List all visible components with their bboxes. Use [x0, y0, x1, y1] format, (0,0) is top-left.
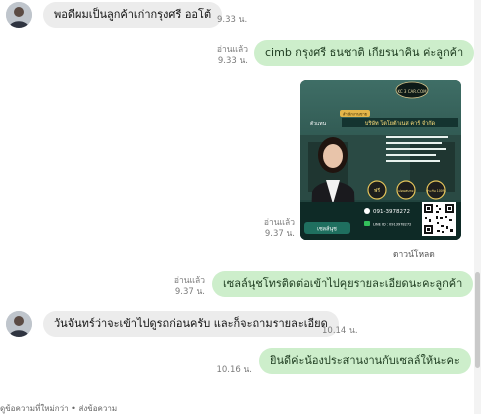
message-bubble[interactable]: cimb กรุงศรี ธนชาติ เกียรนาคิน ค่ะลูกค้า: [254, 40, 475, 66]
sales-promo-image: KC 3 CAR.COM สำนักงานขาย บริษัท โตโยต้าเ…: [300, 80, 461, 240]
message-time: 9.33 น.: [217, 15, 248, 25]
message-time: 10.16 น.: [216, 365, 252, 375]
message-bubble[interactable]: ยินดีค่ะน้องประสานงานกับเซลล์ให้นะคะ: [259, 348, 471, 374]
composer-hint[interactable]: ดูข้อความที่ใหม่กว่า • ส่งข้อความ: [0, 402, 117, 414]
customer-avatar[interactable]: [6, 2, 32, 28]
download-link[interactable]: ดาวน์โหลด: [393, 247, 435, 261]
message-bubble[interactable]: วันจันทร์ว่าจะเข้าไปดูรถก่อนครับ และก็จะ…: [43, 311, 339, 337]
line-id: LINE ID : 0913978272: [373, 223, 411, 227]
image-attachment[interactable]: KC 3 CAR.COM สำนักงานขาย บริษัท โตโยต้าเ…: [300, 80, 461, 240]
person-avatar-icon: [6, 2, 32, 28]
badge-free: ฟรี: [374, 187, 381, 194]
message-time: 9.37 น.: [264, 229, 295, 239]
read-receipt: อ่านแล้ว: [216, 45, 248, 55]
badge-installment: ผ่อนสบาย: [399, 189, 414, 193]
phone-number: 091-3978272: [373, 209, 410, 215]
message-time: 9.37 น.: [174, 287, 205, 297]
customer-avatar[interactable]: [6, 311, 32, 337]
name-tag: เซลล์นุช: [317, 226, 337, 233]
ribbon-text: สำนักงานขาย: [343, 112, 367, 117]
message-bubble[interactable]: พอดีผมเป็นลูกค้าเก่ากรุงศรี ออโต้: [43, 2, 223, 28]
side-label: ตัวแทน: [310, 121, 327, 127]
chat-thread: พอดีผมเป็นลูกค้าเก่ากรุงศรี ออโต้ 9.33 น…: [0, 0, 475, 414]
message-time: 10.14 น.: [322, 326, 358, 336]
logo-text: KC 3 CAR.COM: [397, 89, 427, 94]
message-time: 9.33 น.: [217, 56, 248, 66]
read-receipt: อ่านแล้ว: [173, 276, 205, 286]
badge-insurance: ประกัน 100%: [426, 189, 446, 193]
headline-text: บริษัท โตโยต้าเนส คาร์ จำกัด: [365, 119, 436, 127]
scrollbar-thumb[interactable]: [475, 272, 480, 368]
message-bubble[interactable]: เซลล์นุชโทรติดต่อเข้าไปคุยรายละเอียดนะคะ…: [212, 271, 474, 297]
scrollbar[interactable]: [474, 0, 481, 414]
read-receipt: อ่านแล้ว: [263, 218, 295, 228]
person-avatar-icon: [6, 311, 32, 337]
